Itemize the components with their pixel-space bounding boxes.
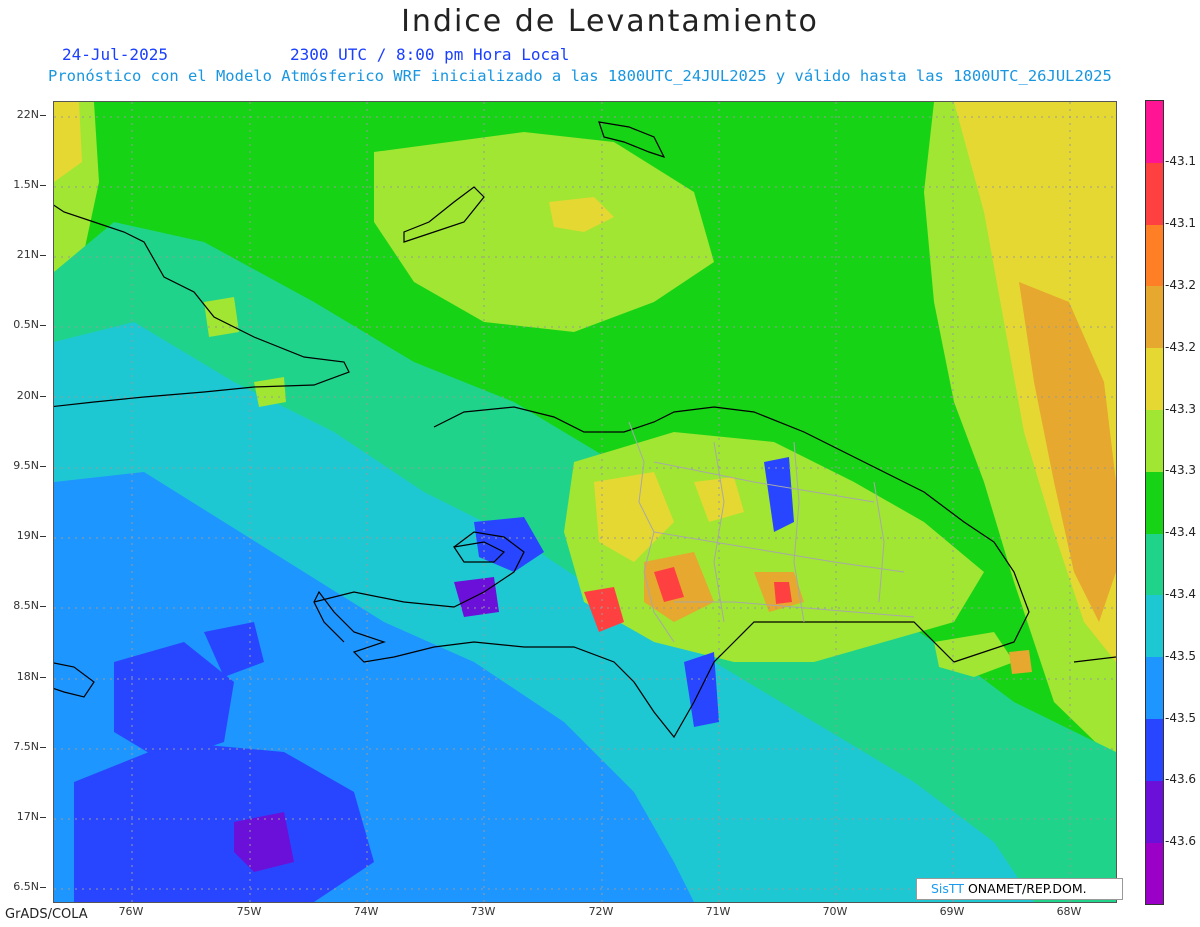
lat-label-3: 0.5N	[0, 318, 46, 331]
onamet-watermark: SisTT ONAMET/REP.DOM.	[916, 878, 1123, 900]
colorbar-seg-9	[1146, 657, 1163, 719]
watermark-org: ONAMET/REP.DOM.	[963, 881, 1087, 896]
colorbar-label-5: -43.3	[1165, 463, 1197, 477]
lon-label-3: 73W	[470, 905, 496, 918]
colorbar-label-4: -43.3	[1165, 402, 1197, 416]
lon-label-6: 70W	[822, 905, 848, 918]
lat-label-2: 21N	[0, 248, 46, 261]
colorbar-seg-1	[1146, 162, 1163, 225]
colorbar-label-10: -43.6	[1165, 772, 1197, 786]
colorbar-seg-5	[1146, 409, 1163, 472]
forecast-date: 24-Jul-2025	[62, 45, 168, 64]
model-description: Pronóstico con el Modelo Atmósferico WRF…	[48, 67, 1112, 85]
colorbar-label-11: -43.6	[1165, 834, 1197, 848]
lon-label-7: 69W	[939, 905, 965, 918]
colorbar-seg-8	[1146, 595, 1163, 658]
colorbar-seg-0	[1146, 101, 1163, 163]
lat-label-8: 18N	[0, 670, 46, 683]
lat-label-4: 20N	[0, 389, 46, 402]
colorbar-seg-2	[1146, 224, 1163, 287]
colorbar-label-8: -43.5	[1165, 649, 1197, 663]
colorbar-label-3: -43.2	[1165, 340, 1197, 354]
lat-label-7: 8.5N	[0, 599, 46, 612]
field-spot-2	[254, 377, 286, 407]
colorbar-seg-6	[1146, 471, 1163, 534]
colorbar-seg-12	[1146, 842, 1163, 904]
field-spot-4	[1009, 650, 1032, 674]
colorbar-seg-3	[1146, 286, 1163, 349]
lon-label-1: 75W	[236, 905, 262, 918]
lifted-index-map	[53, 101, 1117, 903]
lon-label-0: 76W	[118, 905, 144, 918]
colorbar-seg-11	[1146, 780, 1163, 843]
colorbar-seg-10	[1146, 718, 1163, 781]
sistt-logo: SisTT	[931, 881, 964, 896]
colorbar	[1145, 100, 1164, 905]
forecast-time: 2300 UTC / 8:00 pm Hora Local	[290, 45, 570, 64]
field-spot-1	[204, 297, 239, 337]
lat-label-1: 1.5N	[0, 178, 46, 191]
lat-label-10: 17N	[0, 810, 46, 823]
map-canvas	[54, 102, 1116, 902]
field-island-red-2	[774, 582, 792, 604]
lon-label-8: 68W	[1056, 905, 1082, 918]
colorbar-seg-7	[1146, 533, 1163, 596]
colorbar-label-9: -43.5	[1165, 711, 1197, 725]
lon-label-5: 71W	[705, 905, 731, 918]
grads-credit: GrADS/COLA	[5, 907, 88, 922]
lon-label-2: 74W	[353, 905, 379, 918]
colorbar-label-2: -43.2	[1165, 278, 1197, 292]
colorbar-label-1: -43.1	[1165, 216, 1197, 230]
colorbar-label-7: -43.4	[1165, 587, 1197, 601]
colorbar-label-0: -43.1	[1165, 154, 1197, 168]
colorbar-seg-4	[1146, 348, 1163, 410]
lon-label-4: 72W	[588, 905, 614, 918]
lat-label-5: 9.5N	[0, 459, 46, 472]
colorbar-label-6: -43.4	[1165, 525, 1197, 539]
lat-label-0: 22N	[0, 108, 46, 121]
lat-label-9: 7.5N	[0, 740, 46, 753]
lat-label-11: 6.5N	[0, 880, 46, 893]
map-title: Indice de Levantamiento	[401, 4, 819, 39]
lat-label-6: 19N	[0, 529, 46, 542]
